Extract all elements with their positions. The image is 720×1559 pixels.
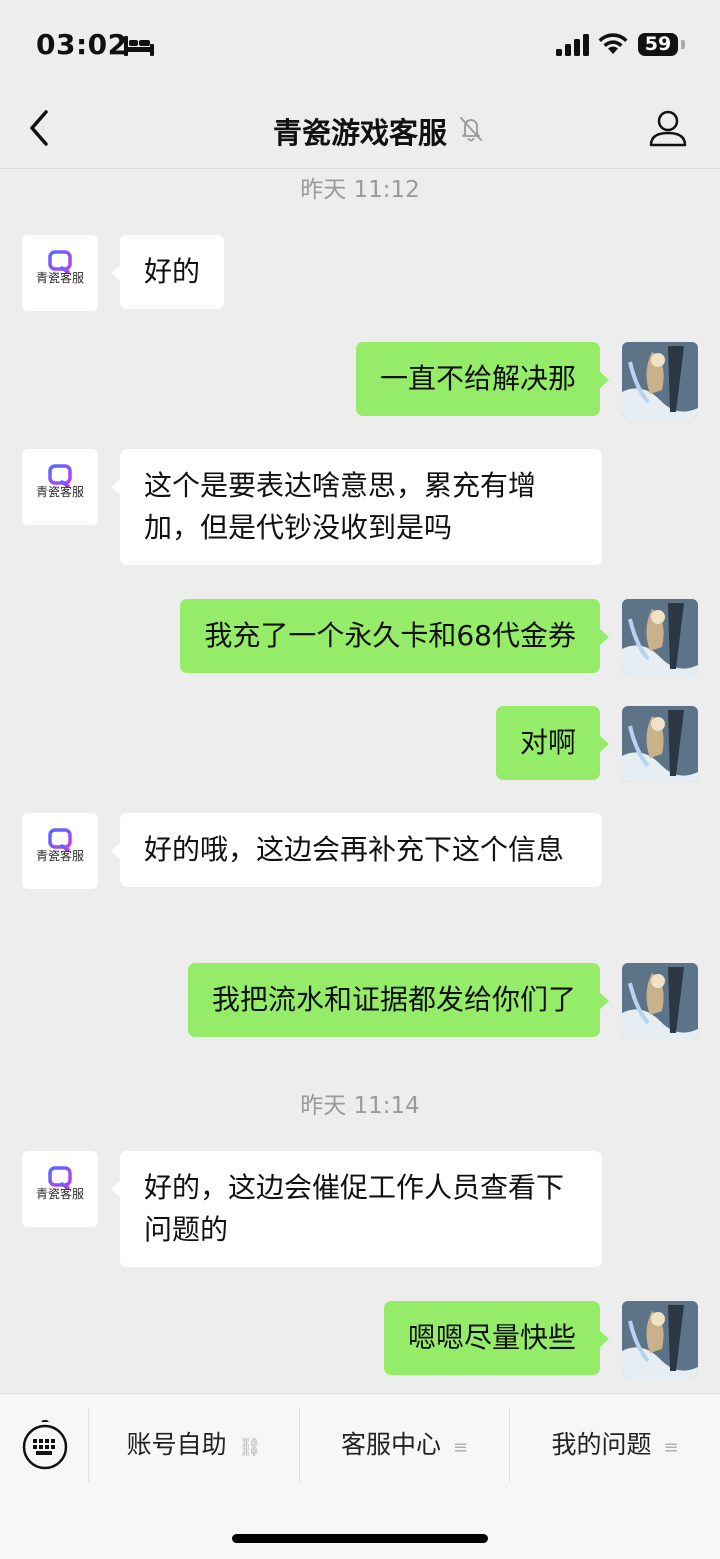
- user-avatar-image: [622, 342, 698, 418]
- service-logo-text: 青瓷客服: [36, 848, 84, 863]
- service-avatar[interactable]: 青瓷客服: [22, 813, 98, 889]
- service-logo-text: 青瓷客服: [36, 270, 84, 285]
- message-timestamp: 昨天 11:14: [300, 1093, 420, 1119]
- service-logo-icon: 青瓷客服: [36, 1166, 84, 1201]
- user-avatar[interactable]: [622, 342, 698, 418]
- service-avatar[interactable]: 青瓷客服: [22, 449, 98, 525]
- battery-cap: [681, 40, 685, 49]
- menu-account-self-service[interactable]: 账号自助 ⛓: [89, 1408, 299, 1482]
- message-bubble-incoming[interactable]: 好的，这边会催促工作人员查看下问题的: [111, 1151, 602, 1267]
- user-avatar[interactable]: [622, 599, 698, 675]
- link-icon: ⛓: [238, 1437, 262, 1458]
- user-avatar-image: [622, 706, 698, 782]
- message-bubble-outgoing[interactable]: 嗯嗯尽量快些: [383, 1301, 610, 1375]
- chat-message-list[interactable]: 昨天 11:12 青瓷客服 好的 一直不给解决那 青瓷客服 这个是要表达啥意思，…: [0, 168, 720, 1393]
- service-logo-icon: 青瓷客服: [36, 828, 84, 863]
- message-bubble-outgoing[interactable]: 我充了一个永久卡和68代金券: [180, 599, 609, 673]
- message-bubble-outgoing[interactable]: 我把流水和证据都发给你们了: [187, 963, 610, 1037]
- service-logo-icon: 青瓷客服: [36, 250, 84, 285]
- message-bubble-incoming[interactable]: 这个是要表达啥意思，累充有增加，但是代钞没收到是吗: [111, 449, 602, 565]
- contact-profile-icon[interactable]: [648, 108, 688, 148]
- chat-header: 青瓷游戏客服: [0, 90, 720, 169]
- service-avatar[interactable]: 青瓷客服: [22, 235, 98, 311]
- message-bubble-incoming[interactable]: 好的: [110, 235, 225, 309]
- menu-icon: ≡: [452, 1437, 469, 1458]
- message-bubble-incoming[interactable]: 好的哦，这边会再补充下这个信息: [111, 813, 602, 887]
- service-avatar[interactable]: 青瓷客服: [22, 1151, 98, 1227]
- menu-service-center[interactable]: 客服中心 ≡: [300, 1408, 509, 1482]
- user-avatar-image: [622, 963, 698, 1039]
- chat-title: 青瓷游戏客服: [0, 110, 720, 152]
- service-menu-bar: 账号自助 ⛓ 客服中心 ≡ 我的问题 ≡: [0, 1393, 720, 1559]
- service-logo-icon: 青瓷客服: [36, 464, 84, 499]
- user-avatar[interactable]: [622, 1301, 698, 1377]
- user-avatar[interactable]: [622, 706, 698, 782]
- battery-indicator: 59: [638, 33, 678, 56]
- service-logo-text: 青瓷客服: [36, 484, 84, 499]
- sleep-focus-icon: [124, 36, 154, 56]
- menu-label: 我的问题: [551, 1430, 652, 1459]
- cellular-signal-icon: [556, 34, 589, 56]
- user-avatar-image: [622, 599, 698, 675]
- muted-bell-icon: [460, 117, 482, 142]
- menu-label: 账号自助: [126, 1430, 227, 1459]
- message-timestamp: 昨天 11:12: [300, 177, 420, 203]
- menu-my-questions[interactable]: 我的问题 ≡: [510, 1408, 720, 1482]
- service-logo-text: 青瓷客服: [36, 1186, 84, 1201]
- status-bar: 03:02 59: [0, 0, 720, 90]
- home-indicator: [232, 1534, 488, 1543]
- wifi-icon: [598, 33, 628, 54]
- user-avatar-image: [622, 1301, 698, 1377]
- keyboard-toggle-icon[interactable]: [18, 1420, 72, 1474]
- message-bubble-outgoing[interactable]: 对啊: [495, 706, 610, 780]
- menu-icon: ≡: [663, 1437, 679, 1458]
- status-time: 03:02: [36, 28, 128, 61]
- menu-label: 客服中心: [340, 1430, 441, 1459]
- chat-title-text: 青瓷游戏客服: [272, 116, 447, 150]
- battery-level: 59: [644, 33, 672, 55]
- user-avatar[interactable]: [622, 963, 698, 1039]
- message-bubble-outgoing[interactable]: 一直不给解决那: [355, 342, 610, 416]
